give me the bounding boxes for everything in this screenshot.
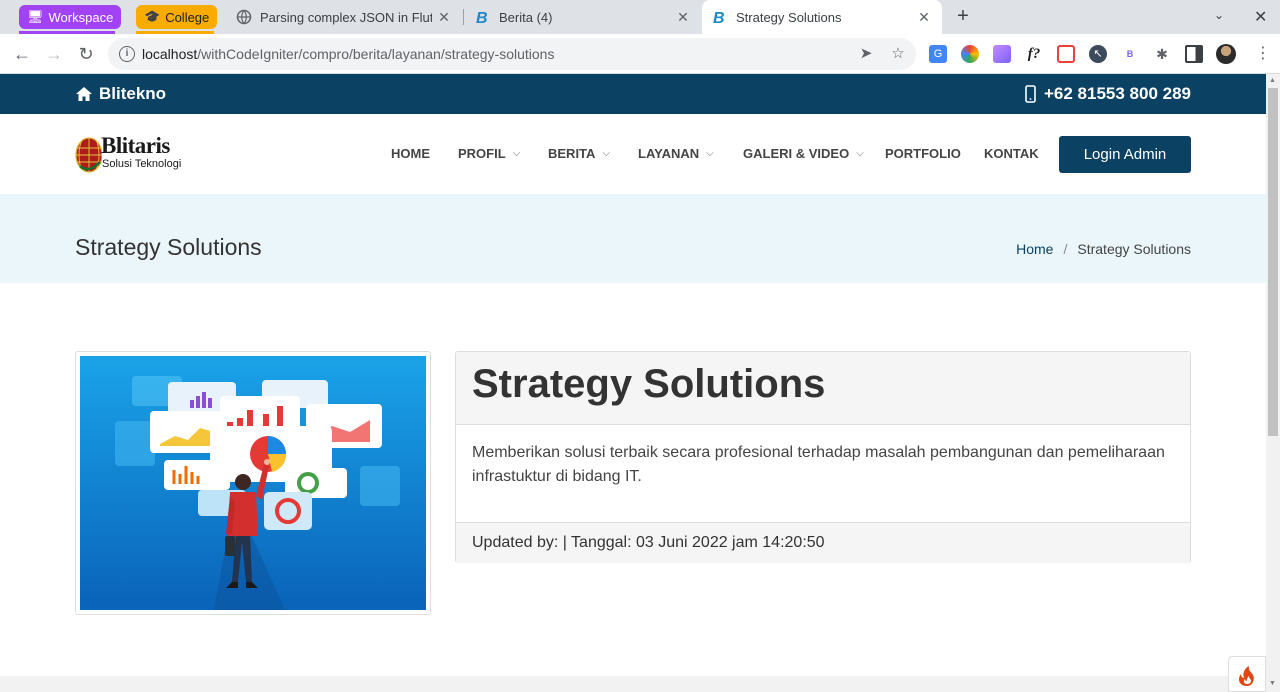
brand-text: Blitekno <box>99 84 167 103</box>
forward-arrow-icon[interactable]: → <box>42 42 66 66</box>
logo-tagline: Solusi Teknologi <box>102 158 182 170</box>
tab-parsing-json[interactable]: Parsing complex JSON in Flutt ✕ <box>226 0 462 34</box>
logo-name: Blitaris <box>101 133 170 158</box>
browser-toolbar: ← → ↻ i localhost/withCodeIgniter/compro… <box>0 34 1280 74</box>
article-panel: Strategy Solutions Memberikan solusi ter… <box>455 351 1191 563</box>
translate-extension-icon[interactable]: G <box>929 45 947 63</box>
tab-separator <box>463 9 464 25</box>
page-header-band: Strategy Solutions Home / Strategy Solut… <box>0 194 1266 283</box>
scrollbar-thumb[interactable] <box>1268 88 1278 436</box>
graduation-cap-icon: 🎓 <box>144 9 161 24</box>
phone-contact[interactable]: +62 81553 800 289 <box>1025 84 1191 104</box>
nav-portfolio[interactable]: PORTFOLIO <box>885 146 961 161</box>
breadcrumb-home-link[interactable]: Home <box>1016 241 1053 257</box>
close-icon[interactable]: ✕ <box>436 9 452 25</box>
bootstrap-extension-icon[interactable]: B <box>1121 45 1139 63</box>
bootstrap-b-icon: B <box>712 9 728 25</box>
back-arrow-icon[interactable]: ← <box>10 42 34 66</box>
address-bar[interactable]: i localhost/withCodeIgniter/compro/berit… <box>108 38 916 70</box>
article-meta: Updated by: | Tanggal: 03 Juni 2022 jam … <box>472 534 825 551</box>
article-panel-footer: Updated by: | Tanggal: 03 Juni 2022 jam … <box>456 522 1190 563</box>
main-navbar: Blitaris Solusi Teknologi HOME PROFIL ⌵ B… <box>0 114 1266 194</box>
strategy-illustration <box>80 356 426 610</box>
breadcrumb-current: Strategy Solutions <box>1077 241 1191 257</box>
page-viewport: Blitekno +62 81553 800 289 Blitaris Solu… <box>0 74 1266 692</box>
login-admin-button[interactable]: Login Admin <box>1059 136 1191 173</box>
breadcrumb-separator: / <box>1063 241 1068 257</box>
brand-link[interactable]: Blitekno <box>75 84 166 104</box>
color-picker-extension-icon[interactable] <box>961 45 979 63</box>
tab-group-workspace[interactable]: 🖥 Workspace <box>19 5 122 29</box>
footer-strip <box>0 676 1266 692</box>
svg-text:B: B <box>713 10 725 25</box>
home-icon <box>76 87 92 101</box>
avatar[interactable] <box>1216 44 1236 64</box>
tab-berita[interactable]: B Berita (4) ✕ <box>465 0 701 34</box>
nav-profil[interactable]: PROFIL ⌵ <box>458 146 520 161</box>
monitor-icon: 🖥 <box>27 9 44 24</box>
codeigniter-debug-badge[interactable] <box>1228 656 1266 692</box>
more-vert-icon[interactable]: ⋮ <box>1254 45 1272 63</box>
scroll-up-icon[interactable]: ▲ <box>1269 77 1277 85</box>
page-title: Strategy Solutions <box>75 234 262 260</box>
tab-title: Parsing complex JSON in Flutt <box>260 9 432 25</box>
tab-group-college[interactable]: 🎓 College <box>136 5 218 29</box>
breadcrumb: Home / Strategy Solutions <box>1016 241 1191 257</box>
screen-record-extension-icon[interactable] <box>1057 45 1075 63</box>
globe-logo-icon <box>75 137 102 173</box>
close-icon[interactable]: ✕ <box>675 9 691 25</box>
pen-extension-icon[interactable] <box>993 45 1011 63</box>
globe-icon <box>236 9 252 25</box>
tab-title: Strategy Solutions <box>736 9 842 25</box>
service-image-card <box>75 351 431 615</box>
chevron-down-icon: ⌵ <box>706 148 714 159</box>
tab-group-label: Workspace <box>48 9 114 25</box>
star-icon[interactable]: ☆ <box>890 46 906 62</box>
url-text[interactable]: localhost/withCodeIgniter/compro/berita/… <box>142 46 554 62</box>
close-icon[interactable]: ✕ <box>916 9 932 25</box>
bootstrap-b-icon: B <box>475 9 491 25</box>
new-tab-plus-icon[interactable]: + <box>953 6 973 26</box>
chevron-down-icon: ⌵ <box>512 148 521 159</box>
scroll-down-icon[interactable]: ▼ <box>1269 680 1277 688</box>
nav-layanan[interactable]: LAYANAN ⌵ <box>638 146 714 161</box>
chevron-down-icon: ⌵ <box>602 148 611 159</box>
chevron-down-icon: ⌵ <box>856 148 864 159</box>
tab-title: Berita (4) <box>499 9 553 25</box>
window-close-icon[interactable]: ✕ <box>1254 7 1267 27</box>
phone-number: +62 81553 800 289 <box>1043 84 1191 103</box>
side-panel-icon[interactable] <box>1185 45 1203 63</box>
article-heading: Strategy Solutions <box>472 362 826 406</box>
function-extension-icon[interactable]: f? <box>1025 45 1043 63</box>
site-logo[interactable]: Blitaris Solusi Teknologi <box>74 133 184 175</box>
chevron-down-icon[interactable]: ⌄ <box>1214 8 1230 24</box>
svg-text:B: B <box>476 10 488 25</box>
flame-icon <box>1239 666 1254 686</box>
article-body: Memberikan solusi terbaik secara profesi… <box>472 444 1165 485</box>
article-panel-header: Strategy Solutions <box>456 352 1190 425</box>
nav-berita[interactable]: BERITA ⌵ <box>548 146 610 161</box>
mobile-phone-icon <box>1025 85 1036 103</box>
top-info-bar: Blitekno +62 81553 800 289 <box>0 74 1266 114</box>
send-icon[interactable]: ➤ <box>858 46 874 62</box>
nav-home[interactable]: HOME <box>391 146 430 161</box>
browser-tab-bar: 🖥 Workspace 🎓 College Parsing complex JS… <box>0 0 1280 34</box>
info-icon[interactable]: i <box>119 46 135 62</box>
nav-galeri-video[interactable]: GALERI & VIDEO ⌵ <box>743 146 864 161</box>
cursor-extension-icon[interactable]: ↖ <box>1089 45 1107 63</box>
tab-strategy-solutions[interactable]: B Strategy Solutions ✕ <box>702 0 942 34</box>
reload-icon[interactable]: ↻ <box>74 42 98 66</box>
nav-kontak[interactable]: KONTAK <box>984 146 1039 161</box>
puzzle-icon[interactable]: ✱ <box>1153 45 1171 63</box>
tab-group-label: College <box>165 9 210 25</box>
page-scrollbar[interactable]: ▲ ▼ <box>1266 74 1280 692</box>
